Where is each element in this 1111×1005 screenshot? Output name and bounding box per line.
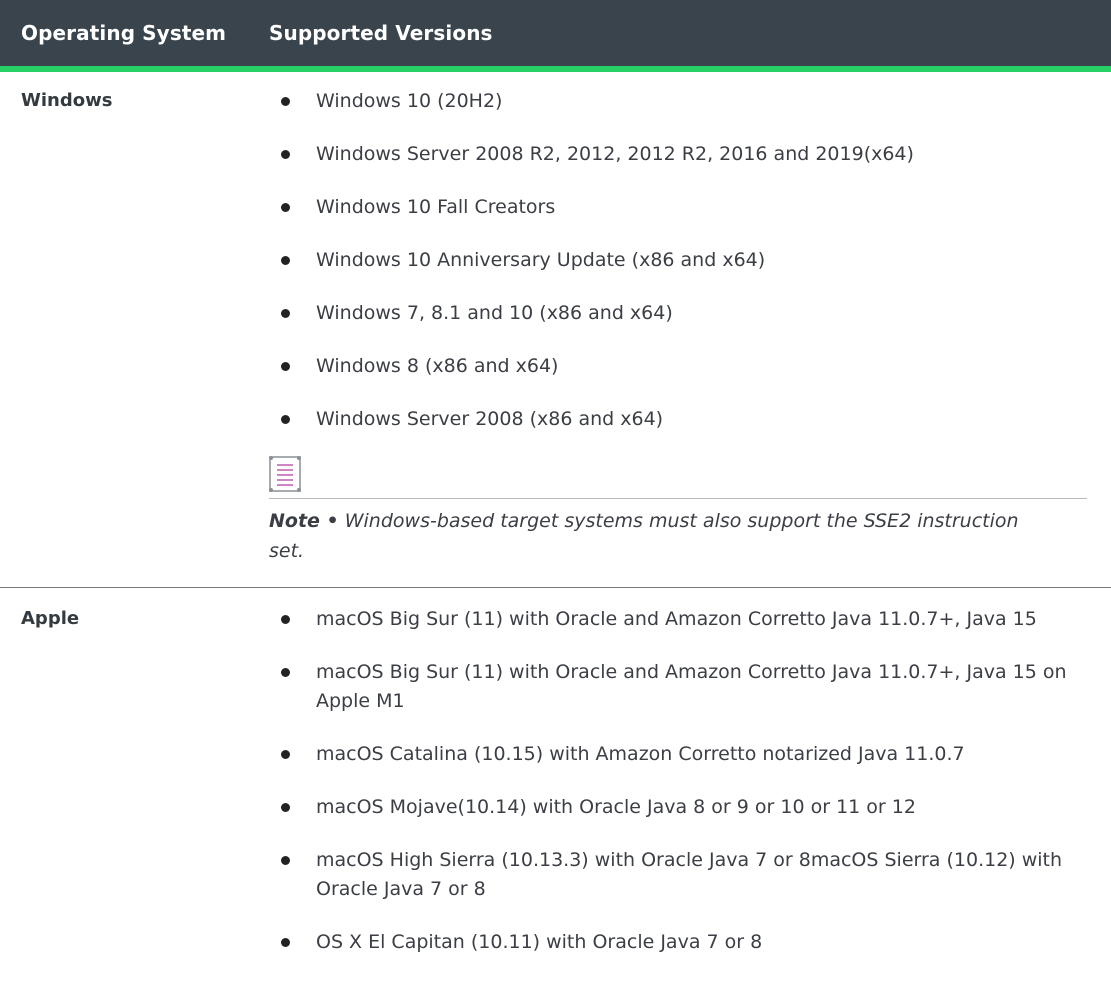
list-item: macOS High Sierra (10.13.3) with Oracle … [269,846,1087,904]
bullet-icon [281,415,290,424]
list-item: Windows Server 2008 (x86 and x64) [269,405,1087,434]
version-text: OS X El Capitan (10.11) with Oracle Java… [316,931,763,953]
bullet-icon [281,750,290,759]
list-item: macOS Big Sur (11) with Oracle and Amazo… [269,658,1087,716]
list-item: Windows 7, 8.1 and 10 (x86 and x64) [269,299,1087,328]
bullet-icon [281,309,290,318]
list-item: Windows 10 Anniversary Update (x86 and x… [269,246,1087,275]
version-text: macOS Big Sur (11) with Oracle and Amazo… [316,661,1067,712]
bullet-icon [281,256,290,265]
version-text: Windows 10 Fall Creators [316,196,556,218]
version-text: Windows Server 2008 (x86 and x64) [316,408,664,430]
note-body: Windows-based target systems must also s… [269,510,1019,562]
bullet-icon [281,615,290,624]
versions-cell-windows: Windows 10 (20H2) Windows Server 2008 R2… [269,72,1111,587]
bullet-icon [281,203,290,212]
windows-version-list: Windows 10 (20H2) Windows Server 2008 R2… [269,87,1087,434]
list-item: Windows Server 2008 R2, 2012, 2012 R2, 2… [269,140,1087,169]
list-item: OS X El Capitan (10.11) with Oracle Java… [269,928,1087,957]
bullet-icon [281,362,290,371]
note-divider [269,498,1087,499]
list-item: macOS Big Sur (11) with Oracle and Amazo… [269,605,1087,634]
bullet-icon [281,938,290,947]
note-label: Note • [269,510,339,532]
bullet-icon [281,856,290,865]
note-block: Note • Windows-based target systems must… [269,456,1087,566]
bullet-icon [281,150,290,159]
note-document-icon [269,456,303,492]
list-item: macOS Mojave(10.14) with Oracle Java 8 o… [269,793,1087,822]
bullet-icon [281,803,290,812]
version-text: Windows 8 (x86 and x64) [316,355,559,377]
version-text: Windows Server 2008 R2, 2012, 2012 R2, 2… [316,143,914,165]
header-supported-versions: Supported Versions [269,21,493,45]
header-operating-system: Operating System [21,21,227,45]
list-item: Windows 10 Fall Creators [269,193,1087,222]
table-header: Operating System Supported Versions [0,0,1111,72]
version-text: Windows 10 (20H2) [316,90,503,112]
note-text: Note • Windows-based target systems must… [269,506,1087,566]
version-text: Windows 7, 8.1 and 10 (x86 and x64) [316,302,673,324]
table-row-apple: Apple macOS Big Sur (11) with Oracle and… [0,588,1111,1005]
bullet-icon [281,668,290,677]
version-text: Windows 10 Anniversary Update (x86 and x… [316,249,766,271]
os-name-apple: Apple [21,608,80,629]
list-item: Windows 10 (20H2) [269,87,1087,116]
os-name-windows: Windows [21,90,113,111]
supported-os-table: Operating System Supported Versions Wind… [0,0,1111,1005]
table-row-windows: Windows Windows 10 (20H2) Windows Server… [0,72,1111,588]
version-text: macOS Big Sur (11) with Oracle and Amazo… [316,608,1037,630]
bullet-icon [281,97,290,106]
version-text: macOS Mojave(10.14) with Oracle Java 8 o… [316,796,916,818]
list-item: macOS Catalina (10.15) with Amazon Corre… [269,740,1087,769]
list-item: Windows 8 (x86 and x64) [269,352,1087,381]
versions-cell-apple: macOS Big Sur (11) with Oracle and Amazo… [269,588,1111,1005]
apple-version-list: macOS Big Sur (11) with Oracle and Amazo… [269,605,1087,957]
version-text: macOS Catalina (10.15) with Amazon Corre… [316,743,965,765]
version-text: macOS High Sierra (10.13.3) with Oracle … [316,849,1063,900]
